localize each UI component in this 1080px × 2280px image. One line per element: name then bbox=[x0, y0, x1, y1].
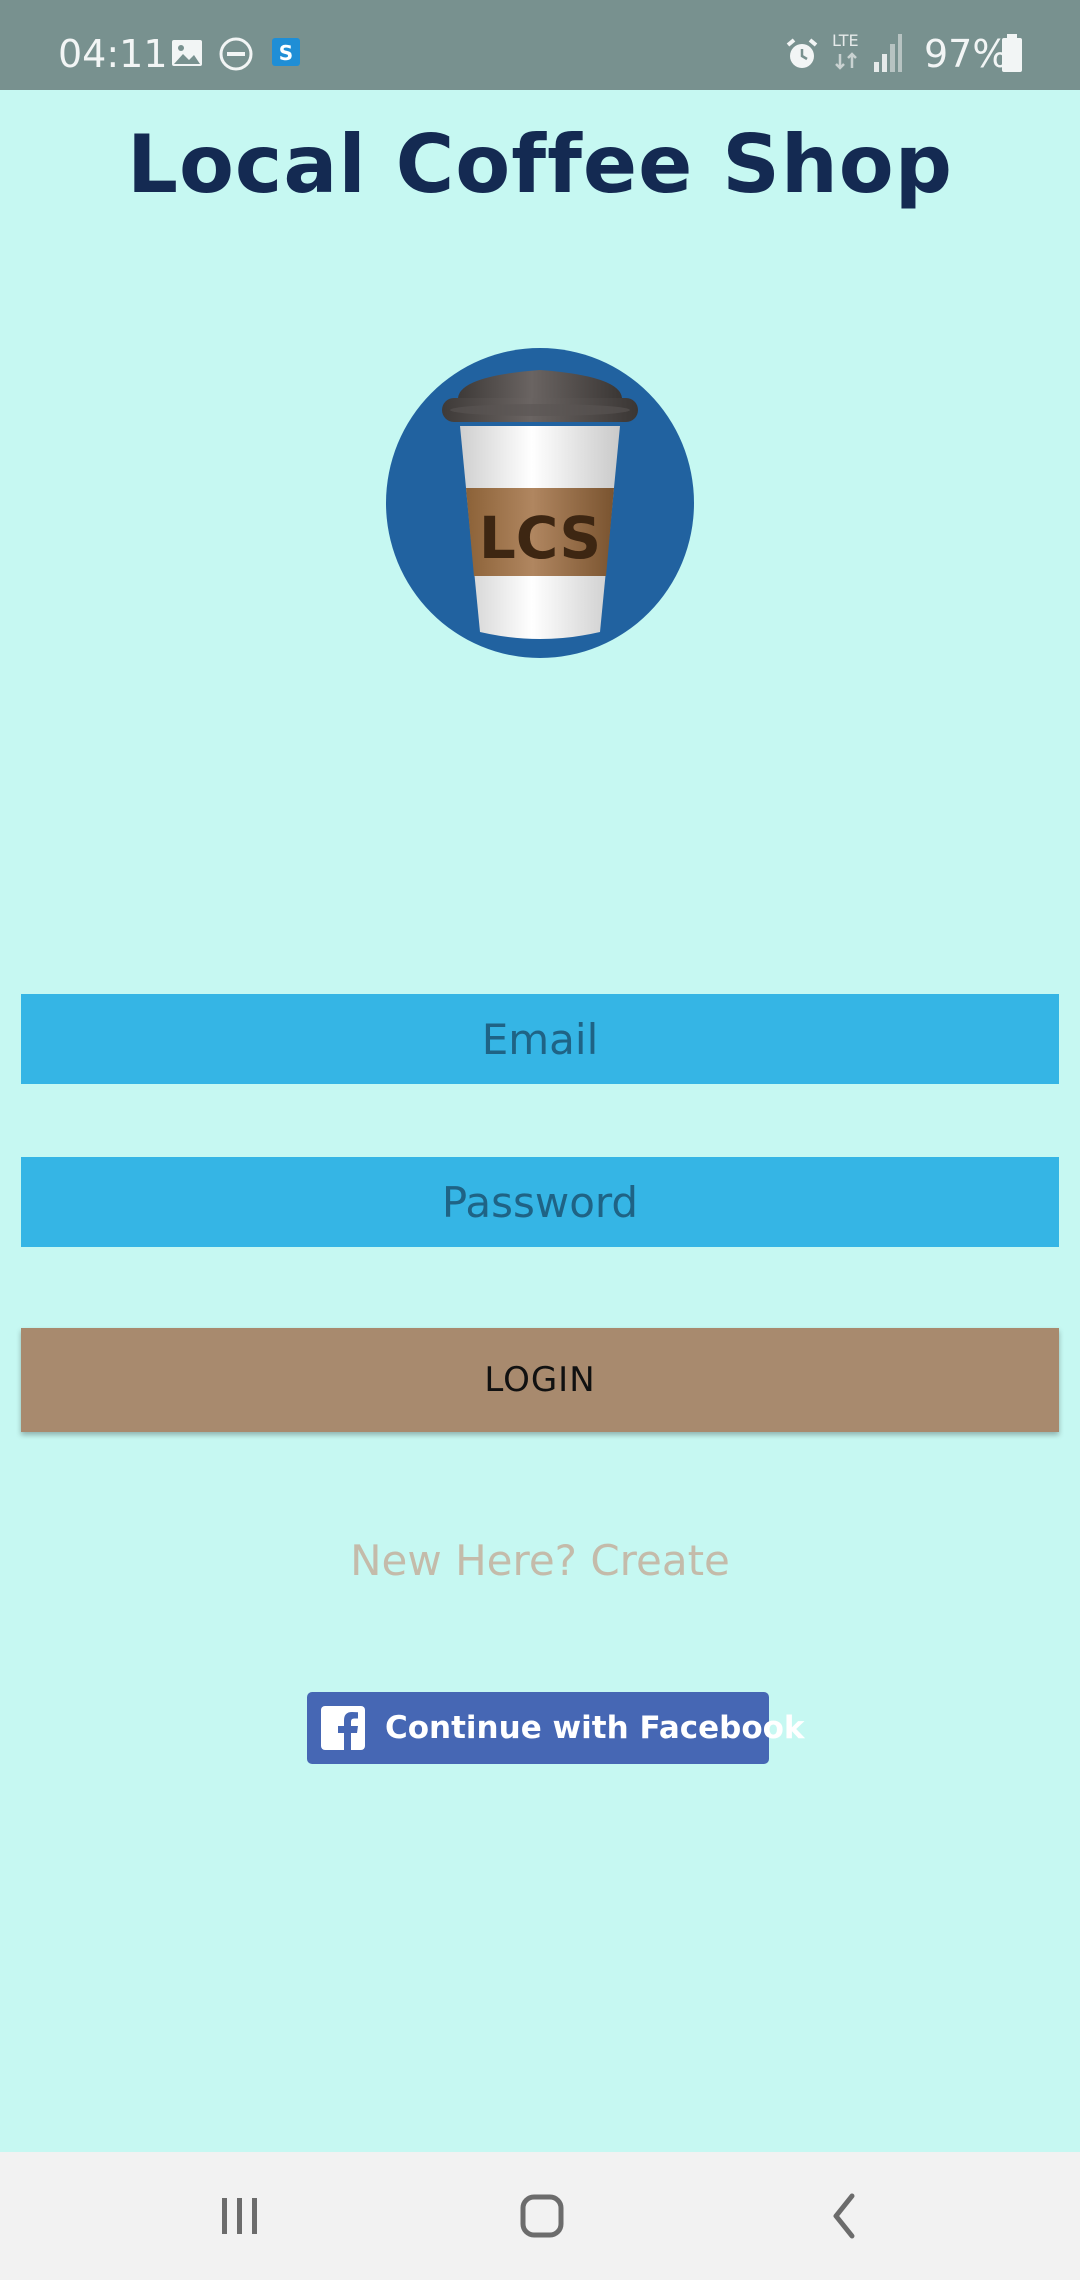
password-field[interactable] bbox=[21, 1157, 1059, 1247]
battery-percentage: 97% bbox=[924, 32, 1009, 76]
facebook-button-label: Continue with Facebook bbox=[385, 1710, 805, 1746]
recent-apps-icon[interactable] bbox=[200, 2176, 280, 2256]
app-title: Local Coffee Shop bbox=[126, 118, 954, 211]
create-account-link[interactable]: New Here? Create bbox=[0, 1536, 1080, 1585]
home-icon[interactable] bbox=[502, 2176, 582, 2256]
coffee-cup-logo: LCS bbox=[386, 348, 694, 658]
alarm-icon bbox=[786, 38, 818, 68]
back-icon[interactable] bbox=[804, 2176, 884, 2256]
email-field[interactable] bbox=[21, 994, 1059, 1084]
do-not-disturb-icon bbox=[219, 37, 253, 71]
status-bar: 04:11 S LTE 97% bbox=[0, 0, 1080, 90]
battery-icon bbox=[1002, 34, 1022, 72]
facebook-icon bbox=[321, 1706, 365, 1750]
facebook-login-button[interactable]: Continue with Facebook bbox=[307, 1692, 805, 1764]
signal-icon: LTE bbox=[832, 31, 902, 72]
logo-text: LCS bbox=[479, 504, 601, 572]
svg-text:LTE: LTE bbox=[832, 31, 859, 50]
navigation-bar bbox=[0, 2152, 1080, 2280]
svg-text:S: S bbox=[279, 41, 293, 65]
login-button[interactable]: LOGIN bbox=[21, 1328, 1059, 1432]
s-app-icon: S bbox=[272, 38, 300, 66]
status-time: 04:11 bbox=[58, 32, 168, 76]
image-icon bbox=[172, 40, 202, 66]
